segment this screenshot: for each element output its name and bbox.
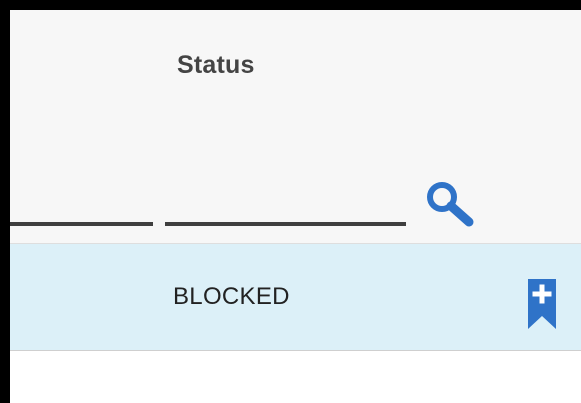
- bookmark-add-icon: [528, 279, 556, 329]
- window-frame-left: [0, 0, 10, 403]
- search-icon: [427, 182, 474, 227]
- table-row[interactable]: BLOCKED: [10, 244, 581, 351]
- column-header-status[interactable]: Status: [177, 51, 255, 80]
- add-bookmark-button[interactable]: [526, 277, 558, 331]
- window-frame-top: [0, 0, 581, 10]
- status-cell: BLOCKED: [173, 283, 290, 310]
- table-header: Status: [10, 10, 581, 244]
- column-filter-input[interactable]: [10, 222, 153, 226]
- search-button[interactable]: [419, 176, 477, 234]
- status-filter-input[interactable]: [165, 222, 406, 226]
- table-viewport: Status BLOCKED: [0, 0, 581, 403]
